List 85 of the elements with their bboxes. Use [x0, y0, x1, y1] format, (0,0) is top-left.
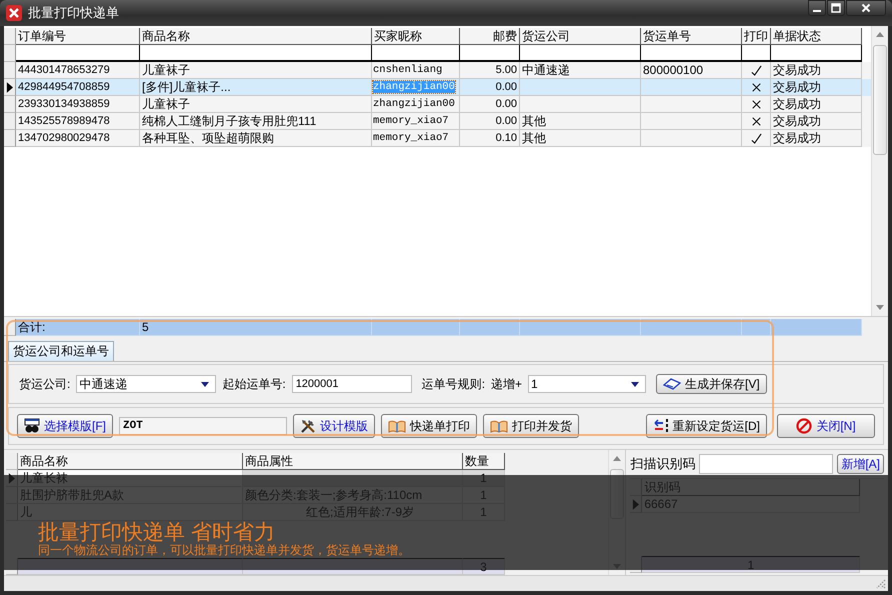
add-button[interactable]: 新增[A]: [837, 454, 884, 474]
close-button[interactable]: [846, 0, 886, 16]
action-button[interactable]: 打印并发货: [483, 414, 579, 438]
column-header[interactable]: 打印: [742, 28, 771, 45]
maximize-icon: [831, 3, 841, 13]
table-cell: [460, 319, 520, 336]
maximize-button[interactable]: [827, 0, 845, 16]
action-button[interactable]: 设计模版: [293, 414, 375, 438]
filter-cell[interactable]: [771, 45, 862, 62]
table-cell: [742, 319, 771, 336]
row-header: [4, 62, 16, 79]
tools-icon: [300, 418, 316, 434]
column-header[interactable]: 货运单号: [641, 28, 742, 45]
table-cell: 其他: [520, 130, 641, 147]
tab[interactable]: 货运公司和运单号: [8, 341, 114, 361]
row-pointer-icon: [6, 82, 13, 92]
rule-prefix: 递增+: [491, 376, 522, 392]
banner-subtitle: 同一个物流公司的订单，可以批量打印快递单并发货，货运单号递增。: [38, 544, 410, 557]
order-row[interactable]: 444301478653279 儿童袜子 cnshenliang 5.00 中通速递 800000100 交易成功: [4, 62, 871, 79]
filter-cell[interactable]: [372, 45, 460, 62]
column-header[interactable]: 订单编号: [16, 28, 140, 45]
window-title: 批量打印快递单: [28, 4, 119, 22]
column-header[interactable]: 买家昵称: [372, 28, 460, 45]
minimize-icon: [813, 10, 821, 12]
start-number-field[interactable]: 1200001: [292, 375, 412, 393]
filter-cell[interactable]: [742, 45, 771, 62]
column-header[interactable]: 邮费: [460, 28, 520, 45]
dropdown-arrow-icon[interactable]: [201, 382, 210, 386]
book-icon: [490, 419, 508, 433]
scroll-thumb[interactable]: [873, 45, 887, 155]
banner-title: 批量打印快递单 省时省力: [38, 522, 275, 543]
dropdown-arrow-icon[interactable]: [631, 382, 640, 386]
binoculars-icon: [24, 418, 40, 434]
order-row[interactable]: 143525578989478 纯棉人工缝制月子孩专用肚兜111 memory_xiao7 0.00 其他 交易成功: [4, 113, 871, 130]
prohibited-icon: [796, 418, 812, 434]
column-header[interactable]: 单据状态: [771, 28, 862, 45]
order-row[interactable]: 239330134938859 儿童袜子 zhangzijian00 0.00 交易成功: [4, 96, 871, 113]
scroll-down-icon[interactable]: [876, 305, 884, 310]
close-icon: [861, 3, 871, 13]
column-header[interactable]: 货运公司: [520, 28, 641, 45]
action-button[interactable]: 重新设定货运[D]: [646, 414, 767, 438]
column-header[interactable]: 数量: [463, 453, 505, 470]
total-count: 5: [140, 319, 372, 336]
action-button[interactable]: 快递单打印: [381, 414, 477, 438]
app-icon: [6, 5, 22, 21]
action-button[interactable]: 选择模版[F]: [17, 414, 113, 438]
table-cell: 交易成功: [771, 130, 862, 147]
table-cell: 各种耳坠、项坠超萌限购: [140, 130, 372, 147]
scan-label: 扫描识别码: [630, 455, 696, 473]
resize-grip-icon[interactable]: [874, 577, 886, 589]
column-header[interactable]: 商品名称: [140, 28, 372, 45]
scrollbar[interactable]: [871, 26, 888, 316]
scan-field[interactable]: [699, 454, 834, 474]
filter-cell[interactable]: [140, 45, 372, 62]
total-label: 合计:: [16, 319, 140, 336]
action-button[interactable]: 关闭[N]: [777, 414, 875, 438]
generate-save-button[interactable]: 生成并保存[V]: [656, 374, 767, 394]
eraser-icon: [663, 378, 682, 390]
row-header: [4, 130, 16, 147]
start-number-label: 起始运单号:: [222, 376, 286, 392]
filter-cell[interactable]: [460, 45, 520, 62]
filter-cell[interactable]: [16, 45, 140, 62]
carrier-dropdown[interactable]: 中通速递: [76, 375, 216, 393]
filter-cell[interactable]: [520, 45, 641, 62]
minimize-button[interactable]: [808, 0, 826, 16]
column-header[interactable]: 商品属性: [243, 453, 463, 470]
order-row[interactable]: 134702980029478 各种耳坠、项坠超萌限购 memory_xiao7 0.10 其他 交易成功: [4, 130, 871, 147]
table-cell: 134702980029478: [16, 130, 140, 147]
table-cell: memory_xiao7: [372, 130, 460, 147]
template-field[interactable]: ZOT: [119, 417, 287, 435]
arrows-icon: [652, 418, 669, 434]
scroll-up-icon[interactable]: [876, 32, 884, 37]
column-header[interactable]: 商品名称: [18, 453, 243, 470]
row-header: [4, 45, 16, 62]
scroll-up-icon[interactable]: [613, 456, 622, 461]
row-header: [4, 96, 16, 113]
row-header: [4, 113, 16, 130]
rule-dropdown[interactable]: 1: [528, 375, 646, 393]
carrier-label: 货运公司:: [19, 376, 70, 392]
rule-label: 运单号规则:: [422, 376, 486, 392]
table-cell: 0.10: [460, 130, 520, 147]
row-header: [4, 28, 16, 45]
order-row[interactable]: 429844954708859 [多件]儿童袜子... zhangzijian00 0.00 交易成功: [4, 79, 871, 96]
filter-cell[interactable]: [641, 45, 742, 62]
book-icon: [388, 419, 406, 433]
